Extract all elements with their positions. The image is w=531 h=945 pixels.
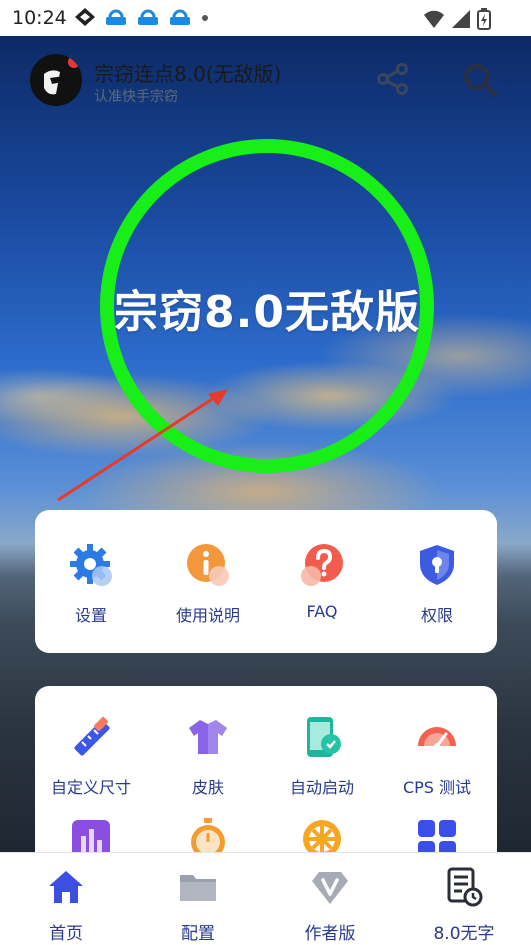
settings-label: 设置: [74, 606, 107, 625]
vpn-status-icon-3: [170, 9, 190, 25]
bottom-tab-bar: 首页 配置 作者版 8.0无字: [0, 852, 531, 945]
app-title: 宗窃连点8.0(无敌版): [94, 62, 282, 86]
vpn-status-icon-2: [138, 9, 158, 25]
tab-home[interactable]: 首页: [16, 867, 116, 944]
share-icon[interactable]: [376, 62, 410, 96]
diamond-status-icon: [75, 8, 95, 26]
auto-start-label: 自动启动: [289, 778, 354, 797]
instructions-item[interactable]: 使用说明: [152, 542, 264, 626]
pointer-arrow: [57, 389, 228, 502]
question-icon: [301, 544, 343, 586]
custom-size-item[interactable]: 自定义尺寸: [35, 714, 147, 798]
auto-start-item[interactable]: 自动启动: [266, 714, 378, 798]
home-icon: [49, 871, 83, 903]
app-subtitle: 认准快手宗窃: [94, 89, 178, 105]
folder-icon: [180, 875, 216, 901]
wifi-icon: [424, 10, 444, 28]
tab-v8-plain[interactable]: 8.0无字: [414, 867, 514, 944]
gear-icon: [70, 544, 112, 586]
skin-label: 皮肤: [191, 778, 224, 797]
diamond-v-icon: [312, 872, 348, 904]
shield-icon: [420, 545, 454, 585]
vpn-status-icon: [106, 9, 126, 25]
instructions-label: 使用说明: [175, 606, 240, 625]
status-time: 10:24: [12, 7, 67, 29]
quick-actions-card: 设置 使用说明 FAQ 权限: [35, 510, 497, 653]
feature-card: 自定义尺寸 皮肤 自动启动 CPS 测试: [35, 686, 497, 876]
info-icon: [187, 544, 229, 586]
settings-item[interactable]: 设置: [35, 542, 147, 626]
signal-icon: [452, 10, 470, 28]
document-clock-icon: [447, 867, 483, 907]
tab-home-label: 首页: [49, 924, 83, 944]
tab-config[interactable]: 配置: [148, 867, 248, 944]
permissions-item[interactable]: 权限: [381, 542, 493, 626]
faq-item[interactable]: FAQ: [266, 542, 378, 621]
faq-label: FAQ: [306, 602, 338, 621]
app-header: 宗窃连点8.0(无敌版) 认准快手宗窃: [0, 44, 531, 114]
start-ring-label: 宗窃8.0无敌版: [114, 287, 420, 338]
more-dot-icon: [202, 15, 208, 21]
skin-item[interactable]: 皮肤: [152, 714, 264, 798]
notification-dot: [68, 56, 80, 68]
phone-icon: [307, 717, 341, 757]
speedometer-icon: [418, 727, 456, 749]
custom-size-label: 自定义尺寸: [50, 778, 131, 797]
ruler-icon: [74, 717, 110, 756]
status-bar: 10:24: [0, 0, 531, 36]
avatar[interactable]: [30, 54, 82, 106]
battery-icon: [477, 8, 491, 30]
cps-test-item[interactable]: CPS 测试: [381, 714, 493, 798]
tab-config-label: 配置: [181, 924, 215, 944]
tab-v8-plain-label: 8.0无字: [433, 924, 495, 944]
status-notification-icons: [74, 7, 210, 27]
cps-test-label: CPS 测试: [402, 778, 472, 797]
status-system-icons: [423, 8, 491, 30]
permissions-label: 权限: [420, 606, 453, 625]
search-icon[interactable]: [462, 62, 498, 98]
tab-author[interactable]: 作者版: [280, 867, 380, 944]
shirt-icon: [189, 720, 227, 754]
tab-author-label: 作者版: [304, 924, 356, 944]
